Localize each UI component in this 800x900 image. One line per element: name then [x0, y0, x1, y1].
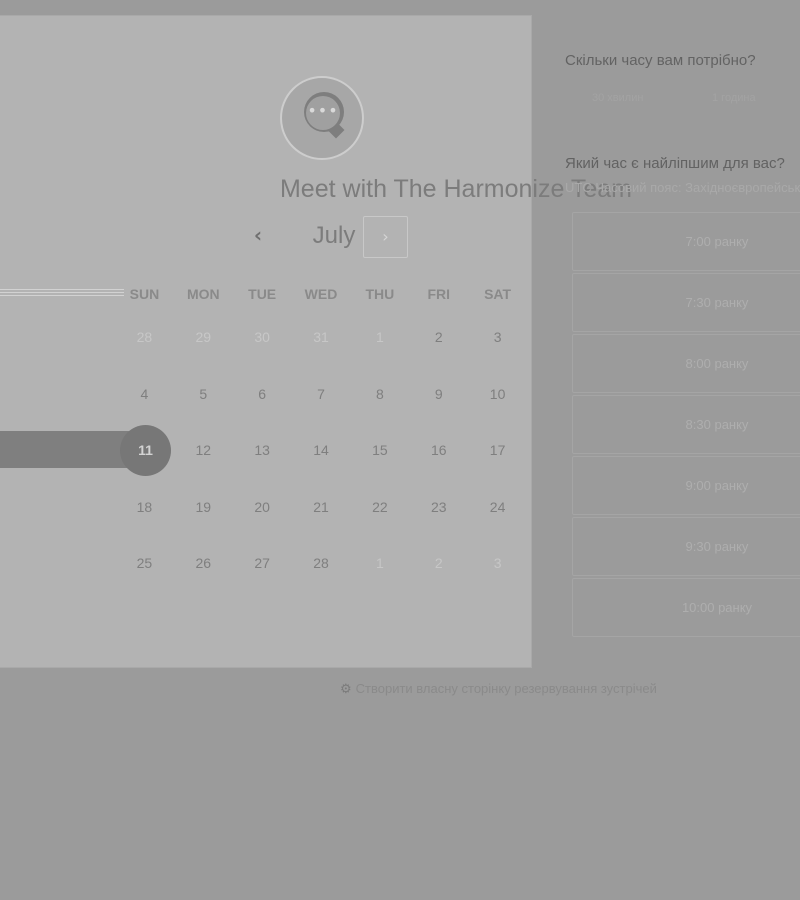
weekday-header: SUN MON TUE WED THU FRI SAT [115, 286, 527, 302]
divider-lines [0, 289, 124, 301]
calendar-day: 1 [375, 329, 384, 345]
duration-option-60[interactable]: 1 година [712, 92, 756, 104]
calendar-day: 1 [375, 555, 384, 571]
calendar-day[interactable]: 24 [468, 479, 527, 536]
selected-day[interactable]: 11 [115, 422, 174, 479]
next-month-button[interactable]: › [363, 216, 408, 258]
scheduling-panel: Скільки часу вам потрібно? 30 хвилин 1 г… [565, 0, 800, 900]
time-question: Який час є найліпшим для вас? [565, 155, 785, 172]
calendar-day[interactable]: 8 [350, 366, 409, 423]
calendar-day[interactable]: 25 [115, 535, 174, 592]
calendar-day[interactable]: 3 [468, 309, 527, 366]
calendar-day[interactable]: 22 [350, 479, 409, 536]
calendar-week-row: 18 19 20 21 22 23 24 [115, 479, 527, 536]
calendar-day[interactable]: 27 [233, 535, 292, 592]
calendar-day[interactable]: 6 [233, 366, 292, 423]
weekday-label: FRI [427, 286, 450, 302]
time-slot-button[interactable]: 7:00 ранку [572, 212, 800, 271]
calendar-day[interactable]: 28 [292, 535, 351, 592]
chat-bubble-icon: ••• [306, 96, 340, 130]
time-slot-button[interactable]: 9:00 ранку [572, 456, 800, 515]
time-slot-button[interactable]: 8:00 ранку [572, 334, 800, 393]
calendar-day[interactable]: 23 [409, 479, 468, 536]
weekday-label: SUN [129, 286, 160, 302]
time-slot-list: 7:00 ранку 7:30 ранку 8:00 ранку 8:30 ранку… [572, 212, 800, 639]
chevron-left-icon[interactable]: ‹ [246, 224, 270, 248]
time-slot-button[interactable]: 9:30 ранку [572, 517, 800, 576]
calendar-day[interactable]: 14 [292, 422, 351, 479]
calendar-day[interactable]: 16 [409, 422, 468, 479]
calendar-day: 30 [254, 329, 270, 345]
calendar-day[interactable]: 7 [292, 366, 351, 423]
footer-link-text: Створити власну сторінку резервування зу… [355, 681, 657, 696]
time-slot-button[interactable]: 10:00 ранку [572, 578, 800, 637]
calendar-week-row: 28 29 30 31 1 2 3 [115, 309, 527, 366]
calendar-day[interactable]: 5 [174, 366, 233, 423]
weekday-label: WED [304, 286, 338, 302]
calendar-week-row: 25 26 27 28 1 2 3 [115, 535, 527, 592]
duration-option-30[interactable]: 30 хвилин [592, 92, 643, 104]
calendar-grid: 28 29 30 31 1 2 3 4 5 6 7 8 9 10 11 12 13 14 15 16 17 18 19 20 2… [115, 309, 527, 592]
calendar-day: 29 [195, 329, 212, 345]
calendar-day[interactable]: 9 [409, 366, 468, 423]
hubspot-icon: ⚙ [340, 681, 352, 696]
team-avatar: ••• [280, 76, 364, 160]
calendar-day: 31 [313, 329, 329, 345]
calendar-week-row: 11 12 13 14 15 16 17 [115, 422, 527, 479]
weekday-label: THU [365, 286, 395, 302]
weekday-label: TUE [248, 286, 277, 302]
calendar-day[interactable]: 17 [468, 422, 527, 479]
calendar-day[interactable]: 4 [115, 366, 174, 423]
calendar-day[interactable]: 26 [174, 535, 233, 592]
calendar-day: 28 [136, 329, 153, 345]
calendar-day[interactable]: 20 [233, 479, 292, 536]
calendar-day[interactable]: 13 [233, 422, 292, 479]
calendar-week-row: 4 5 6 7 8 9 10 [115, 366, 527, 423]
month-label: July [312, 222, 356, 249]
timezone-label[interactable]: UTC Часовий пояс: Західноєвропейський [565, 180, 800, 195]
selected-day-number: 11 [120, 425, 171, 476]
calendar-day[interactable]: 2 [409, 309, 468, 366]
calendar-day[interactable]: 19 [174, 479, 233, 536]
calendar-day[interactable]: 15 [350, 422, 409, 479]
calendar-day: 2 [434, 555, 443, 571]
weekday-label: SAT [484, 286, 512, 302]
calendar-day[interactable]: 10 [468, 366, 527, 423]
duration-options: 30 хвилин 1 година [565, 92, 800, 114]
create-booking-page-link[interactable]: ⚙ Створити власну сторінку резервування з… [340, 681, 657, 697]
time-slot-button[interactable]: 7:30 ранку [572, 273, 800, 332]
calendar-day[interactable]: 21 [292, 479, 351, 536]
calendar-day: 3 [493, 555, 502, 571]
calendar-day[interactable]: 18 [115, 479, 174, 536]
calendar-day[interactable]: 12 [174, 422, 233, 479]
time-slot-button[interactable]: 8:30 ранку [572, 395, 800, 454]
weekday-label: MON [186, 286, 220, 302]
month-navigation: ‹ July › [238, 216, 418, 258]
duration-question: Скільки часу вам потрібно? [565, 52, 756, 69]
